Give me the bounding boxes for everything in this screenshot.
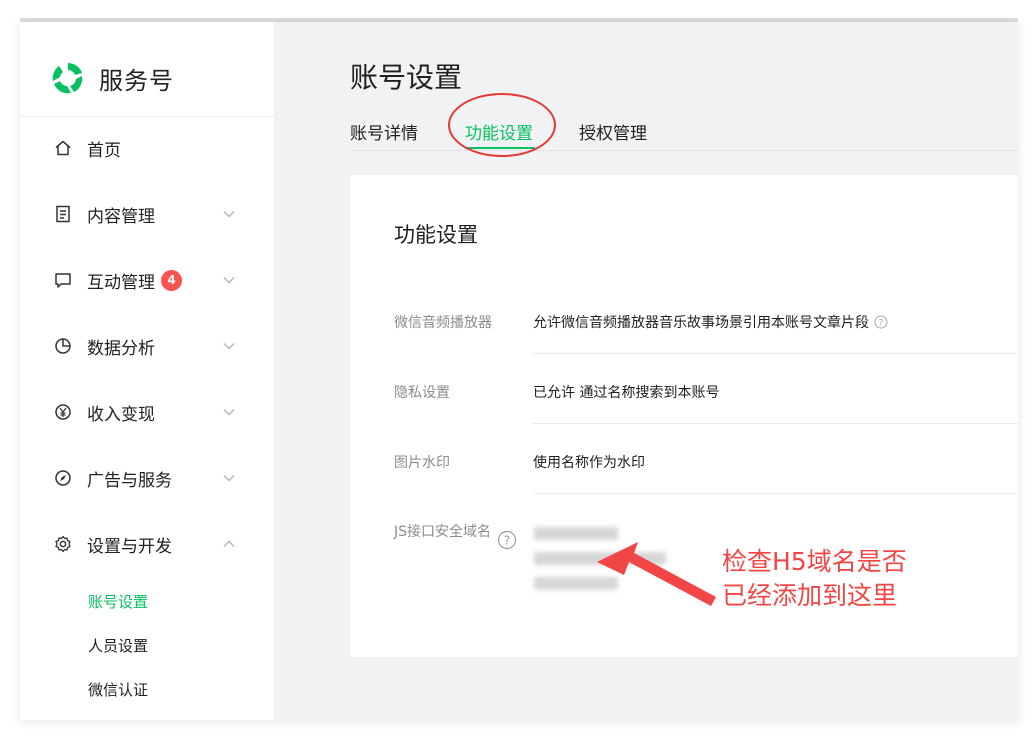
redacted-domain [534,577,618,590]
redacted-domain [534,552,666,565]
sidebar-item-label: 设置与开发 [87,536,172,557]
compass-icon [54,469,72,487]
chevron-down-icon [223,409,235,416]
sidebar-item-label: 互动管理 [87,272,155,293]
brand[interactable]: 服务号 [50,58,174,98]
pie-chart-icon [54,337,72,355]
sidebar-item-ads-services[interactable]: 广告与服务 [54,462,254,494]
sidebar-subitem-wechat-verification[interactable]: 微信认证 [88,679,148,700]
feature-settings-card: 功能设置 微信音频播放器 允许微信音频播放器音乐故事场景引用本账号文章片段 ? … [350,175,1018,657]
gear-icon [54,535,72,553]
row-value-text: 允许微信音频播放器音乐故事场景引用本账号文章片段 [533,315,869,331]
help-icon[interactable]: ? [497,530,517,550]
annotation-line-2: 已经添加到这里 [722,581,898,610]
home-icon [54,139,72,157]
card-title: 功能设置 [394,223,478,247]
row-label-js-domain: JS接口安全域名 [394,524,492,540]
tab-feature-settings[interactable]: 功能设置 [465,119,533,144]
divider [20,116,274,117]
document-icon [54,205,72,223]
tab-bar: 账号详情 功能设置 授权管理 [350,116,1018,151]
sidebar-item-content[interactable]: 内容管理 [54,198,254,230]
row-divider [533,493,1018,494]
redacted-domain [534,527,618,540]
sidebar-item-label: 收入变现 [87,404,155,425]
chevron-down-icon [223,277,235,284]
row-value-privacy: 已允许 通过名称搜索到本账号 [533,385,720,401]
chevron-down-icon [223,211,235,218]
main-content: 账号设置 账号详情 功能设置 授权管理 功能设置 微信音频播放器 允许微信音频播… [274,22,1018,720]
svg-text:?: ? [504,534,510,548]
sidebar-item-label: 首页 [87,140,121,161]
sidebar-item-settings-dev[interactable]: 设置与开发 [54,528,254,560]
row-label-privacy: 隐私设置 [394,385,450,401]
app-window: 服务号 首页 内容管理 互动管理 4 数据分析 收入变现 广告与服务 设置与开发… [20,22,1018,720]
row-divider [533,353,1018,354]
annotation-note: 检查H5域名是否 已经添加到这里 [722,545,907,613]
sidebar-subitem-member-settings[interactable]: 人员设置 [88,635,148,656]
active-tab-indicator [465,147,535,149]
help-icon[interactable]: ? [874,315,888,329]
row-label-watermark: 图片水印 [394,455,450,471]
row-label-audio-player: 微信音频播放器 [394,315,492,331]
sidebar-item-label: 数据分析 [87,338,155,359]
chevron-down-icon [223,475,235,482]
sidebar-item-analytics[interactable]: 数据分析 [54,330,254,362]
sidebar-item-monetization[interactable]: 收入变现 [54,396,254,428]
sidebar-item-label: 广告与服务 [87,470,172,491]
service-account-logo-icon [51,61,85,95]
brand-name: 服务号 [99,66,174,95]
chevron-down-icon [223,343,235,350]
notification-badge: 4 [161,269,182,291]
sidebar-subitem-account-settings[interactable]: 账号设置 [88,591,148,612]
page-title: 账号设置 [350,61,463,94]
row-value-audio-player: 允许微信音频播放器音乐故事场景引用本账号文章片段 ? [533,312,888,332]
annotation-line-1: 检查H5域名是否 [722,547,907,576]
yen-icon [54,403,72,421]
sidebar-item-home[interactable]: 首页 [54,132,254,164]
chevron-up-icon [223,540,235,547]
sidebar-item-label: 内容管理 [87,206,155,227]
tab-account-details[interactable]: 账号详情 [350,119,418,144]
sidebar: 服务号 首页 内容管理 互动管理 4 数据分析 收入变现 广告与服务 设置与开发… [20,22,274,720]
sidebar-item-interaction[interactable]: 互动管理 4 [54,264,254,296]
row-value-watermark: 使用名称作为水印 [533,455,645,471]
row-divider [533,423,1018,424]
tab-authorization-management[interactable]: 授权管理 [579,119,647,144]
message-icon [54,271,72,289]
svg-text:?: ? [879,319,884,329]
